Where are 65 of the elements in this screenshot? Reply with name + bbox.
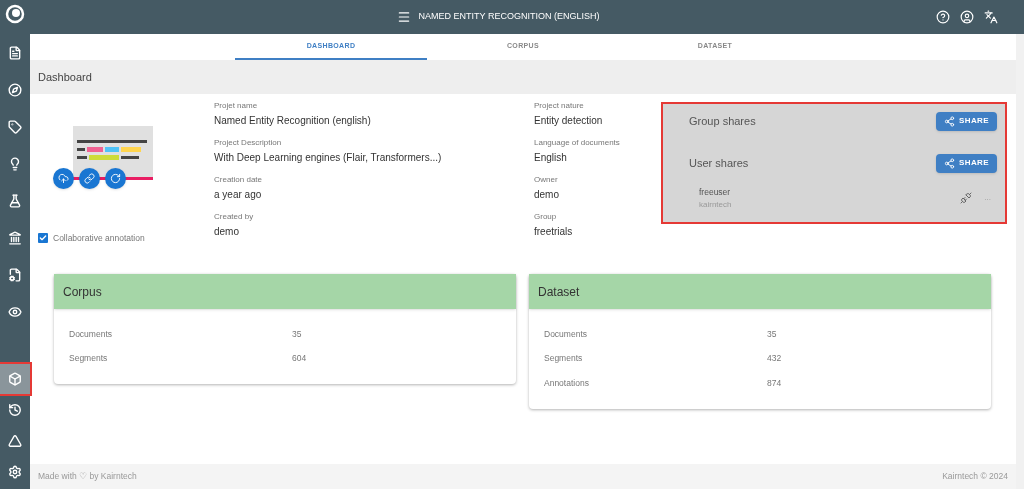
field-label: Created by bbox=[214, 211, 255, 223]
field-value: With Deep Learning engines (Flair, Transformers...) bbox=[214, 151, 443, 165]
checkbox[interactable] bbox=[38, 233, 48, 244]
stat-label: Annotations bbox=[544, 376, 590, 390]
field-label: Project Description bbox=[214, 137, 283, 149]
field-value: Named Entity Recognition (english) bbox=[214, 114, 372, 128]
eye-icon bbox=[8, 305, 22, 319]
logo-icon bbox=[5, 4, 25, 24]
field-label: Language of documents bbox=[534, 137, 621, 149]
triangle-icon bbox=[8, 434, 22, 448]
upload-icon bbox=[58, 173, 69, 184]
stat-label: Documents bbox=[69, 327, 113, 341]
share-button[interactable]: SHARE bbox=[936, 153, 997, 173]
flask-icon bbox=[8, 194, 22, 208]
field-label: Projet name bbox=[214, 100, 259, 112]
section-title: User shares bbox=[689, 155, 749, 171]
field-value: English bbox=[534, 151, 568, 165]
menu-icon[interactable] bbox=[396, 10, 411, 24]
file-settings-icon bbox=[8, 268, 22, 282]
check-icon bbox=[39, 234, 47, 243]
share-icon bbox=[944, 157, 955, 169]
cube-icon bbox=[8, 372, 22, 386]
more-menu[interactable]: ... bbox=[984, 192, 991, 205]
footer-credit: Made with ♡ by Kairntech bbox=[38, 470, 137, 483]
share-icon bbox=[944, 115, 955, 127]
compass-icon bbox=[8, 83, 22, 97]
card-title: Dataset bbox=[538, 283, 580, 301]
link-icon bbox=[84, 173, 95, 184]
disconnect-icon[interactable] bbox=[960, 192, 973, 205]
field-label: Owner bbox=[534, 174, 559, 186]
stat-label: Segments bbox=[69, 352, 109, 366]
upload-button[interactable] bbox=[53, 168, 74, 189]
stat-label: Segments bbox=[544, 352, 584, 366]
field-value: a year ago bbox=[214, 188, 263, 202]
footer-copyright: Kairntech © 2024 bbox=[942, 470, 1008, 483]
document-icon bbox=[8, 46, 22, 60]
account-icon[interactable] bbox=[960, 10, 974, 24]
stat-label: Documents bbox=[544, 327, 588, 341]
section-title: Group shares bbox=[689, 113, 756, 129]
translate-icon[interactable] bbox=[984, 10, 998, 24]
refresh-icon bbox=[110, 173, 121, 184]
tag-icon bbox=[8, 120, 22, 134]
building-icon bbox=[8, 231, 22, 245]
user-name: freeuser bbox=[699, 186, 732, 199]
field-label: Project nature bbox=[534, 100, 585, 112]
field-label: Creation date bbox=[214, 174, 264, 186]
lightbulb-icon bbox=[8, 157, 22, 171]
share-button[interactable]: SHARE bbox=[936, 111, 997, 131]
checkbox-label: Collaborative annotation bbox=[53, 232, 145, 245]
field-value: demo bbox=[534, 188, 560, 202]
card-title: Corpus bbox=[63, 283, 102, 301]
field-value: Entity detection bbox=[534, 114, 604, 128]
field-value: freetrials bbox=[534, 225, 574, 239]
stat-value: 432 bbox=[767, 352, 782, 366]
field-value: demo bbox=[214, 225, 240, 239]
stat-value: 35 bbox=[292, 327, 302, 341]
stat-value: 874 bbox=[767, 376, 782, 390]
field-label: Group bbox=[534, 211, 558, 223]
history-icon bbox=[8, 403, 22, 417]
stat-value: 604 bbox=[292, 352, 307, 366]
page-title: Dashboard bbox=[38, 69, 92, 85]
settings-icon bbox=[8, 465, 22, 479]
help-icon[interactable] bbox=[936, 10, 950, 24]
project-title: NAMED ENTITY RECOGNITION (ENGLISH) bbox=[418, 10, 600, 24]
stat-value: 35 bbox=[767, 327, 777, 341]
